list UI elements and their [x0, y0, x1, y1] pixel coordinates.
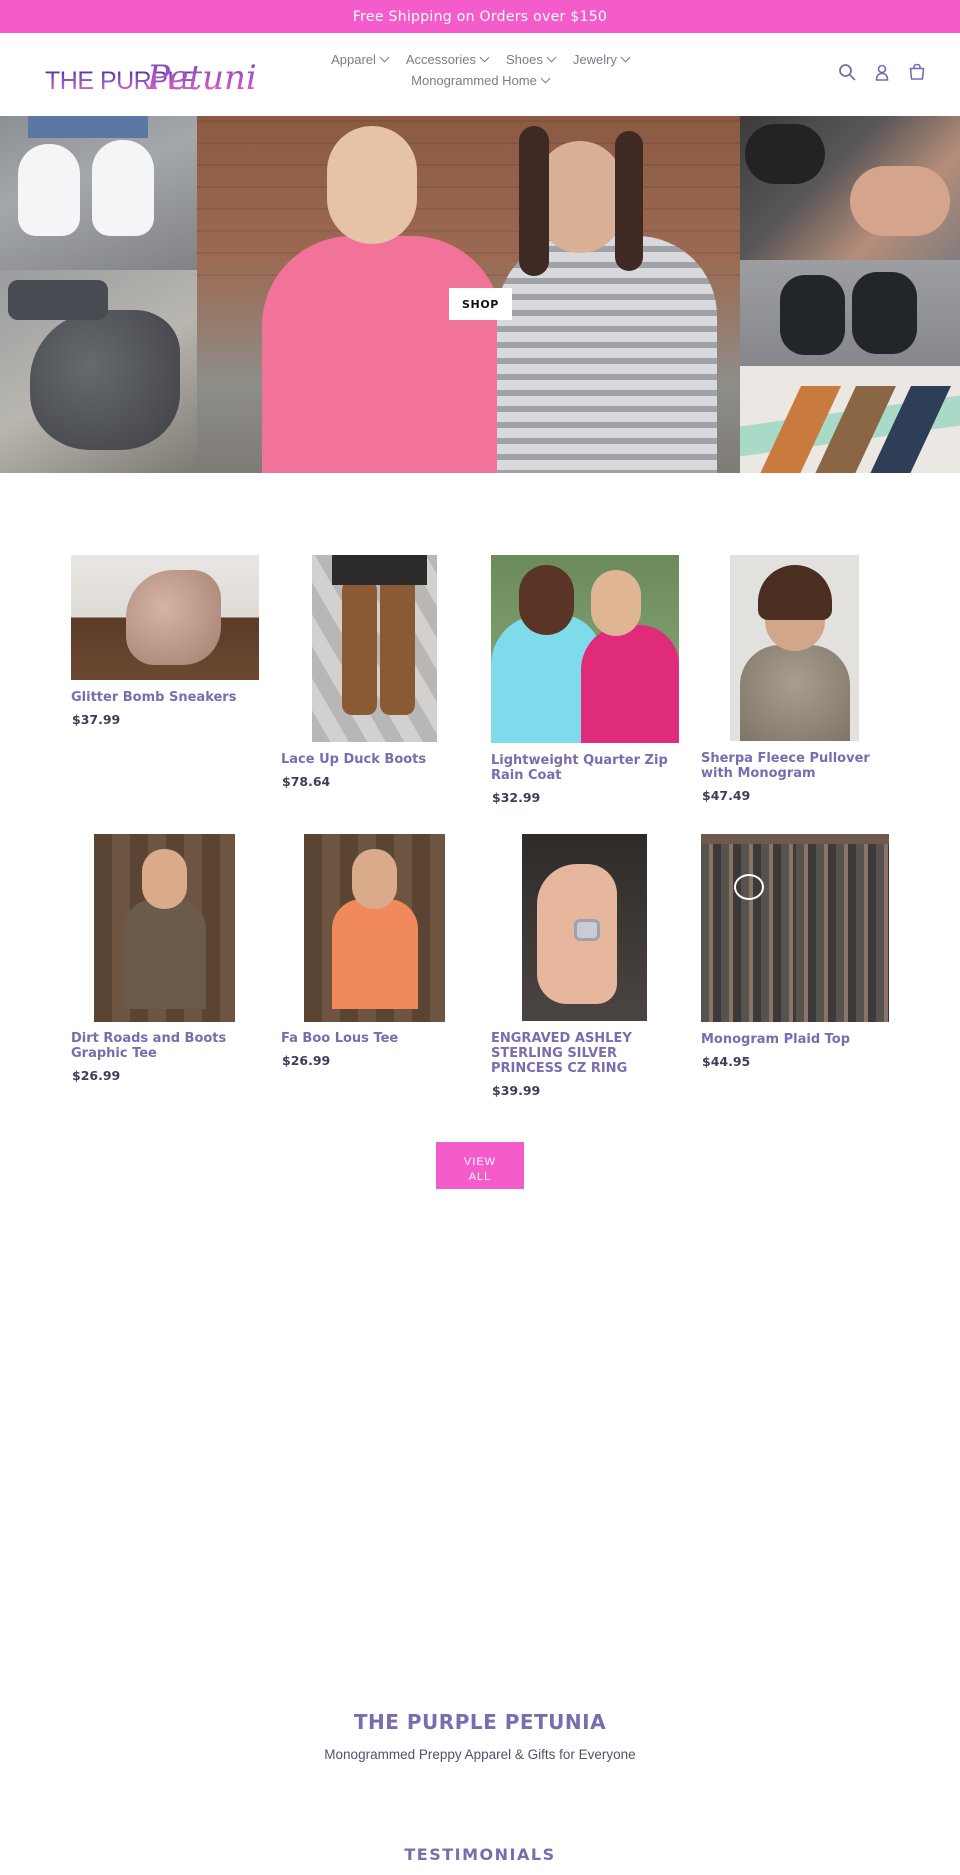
product-price: $78.64 [282, 774, 331, 789]
chevron-down-icon [479, 52, 490, 63]
product-price: $26.99 [282, 1053, 331, 1068]
view-all-label-line1: VIEW [463, 1156, 497, 1168]
svg-text:Petunia: Petunia [146, 58, 258, 98]
announcement-text: Free Shipping on Orders over $150 [352, 8, 608, 25]
product-title[interactable]: ENGRAVED ASHLEY STERLING SILVER PRINCESS… [491, 1031, 686, 1076]
shop-button[interactable]: SHOP [449, 288, 512, 320]
nav-item-label: Jewelry [572, 52, 617, 67]
brand-heading: THE PURPLE PETUNIA [353, 1710, 607, 1734]
product-image [701, 834, 889, 1022]
product-price: $32.99 [492, 790, 541, 805]
hero-photo-white-sneakers [0, 116, 205, 270]
product-image [522, 834, 647, 1021]
hero-photo-glitter-slipons [740, 116, 960, 260]
chevron-down-icon [379, 52, 390, 63]
product-title[interactable]: Fa Boo Lous Tee [281, 1031, 476, 1046]
product-image [312, 555, 437, 742]
announcement-bar: Free Shipping on Orders over $150 [0, 0, 960, 33]
nav-item-label: Monogrammed Home [411, 73, 537, 88]
hero-photo-black-sneakers [740, 260, 960, 366]
product-image [94, 834, 235, 1022]
product-title[interactable]: Monogram Plaid Top [701, 1032, 896, 1047]
nav-item-shoes[interactable]: Shoes [505, 52, 557, 67]
product-price: $44.95 [702, 1054, 751, 1069]
product-price: $26.99 [72, 1068, 121, 1083]
site-header: THE PURPLE Petunia Apparel Accessories Sho… [0, 33, 960, 116]
main-nav: Apparel Accessories Shoes Jewelry Monogramm… [300, 52, 660, 94]
product-image [304, 834, 445, 1022]
product-title[interactable]: Lightweight Quarter Zip Rain Coat [491, 753, 686, 783]
search-icon[interactable] [838, 63, 856, 81]
product-title[interactable]: Glitter Bomb Sneakers [71, 690, 266, 705]
cart-icon[interactable] [908, 63, 926, 81]
nav-item-label: Shoes [505, 52, 543, 67]
nav-item-apparel[interactable]: Apparel [331, 52, 390, 67]
logo-image: THE PURPLE Petunia [45, 58, 258, 98]
product-image [491, 555, 679, 743]
brand-tagline: Monogrammed Preppy Apparel & Gifts for E… [324, 1747, 636, 1762]
product-title[interactable]: Sherpa Fleece Pullover with Monogram [701, 751, 896, 781]
nav-item-label: Accessories [405, 52, 476, 67]
product-price: $37.99 [72, 712, 121, 727]
view-all-button[interactable]: VIEW ALL [436, 1142, 524, 1189]
product-price: $39.99 [492, 1083, 541, 1098]
product-price: $47.49 [702, 788, 751, 803]
nav-item-monogrammed-home[interactable]: Monogrammed Home [411, 73, 551, 88]
nav-item-accessories[interactable]: Accessories [405, 52, 490, 67]
hero-banner[interactable]: SHOP [0, 116, 960, 473]
product-title[interactable]: Dirt Roads and Boots Graphic Tee [71, 1031, 266, 1061]
chevron-down-icon [540, 73, 551, 84]
chevron-down-icon [620, 52, 631, 63]
chevron-down-icon [546, 52, 557, 63]
product-image [730, 555, 859, 741]
logo[interactable]: THE PURPLE Petunia [43, 47, 258, 99]
product-image [71, 555, 259, 680]
header-icons [838, 63, 926, 81]
hero-photo-glitter-sneakers [0, 270, 197, 473]
nav-item-label: Apparel [331, 52, 376, 67]
account-icon[interactable] [873, 63, 891, 81]
nav-item-jewelry[interactable]: Jewelry [572, 52, 631, 67]
hero-photo-wallets [740, 366, 960, 473]
testimonials-heading: TESTIMONIALS [404, 1845, 556, 1864]
view-all-label-line2: ALL [468, 1171, 492, 1183]
product-title[interactable]: Lace Up Duck Boots [281, 752, 476, 767]
